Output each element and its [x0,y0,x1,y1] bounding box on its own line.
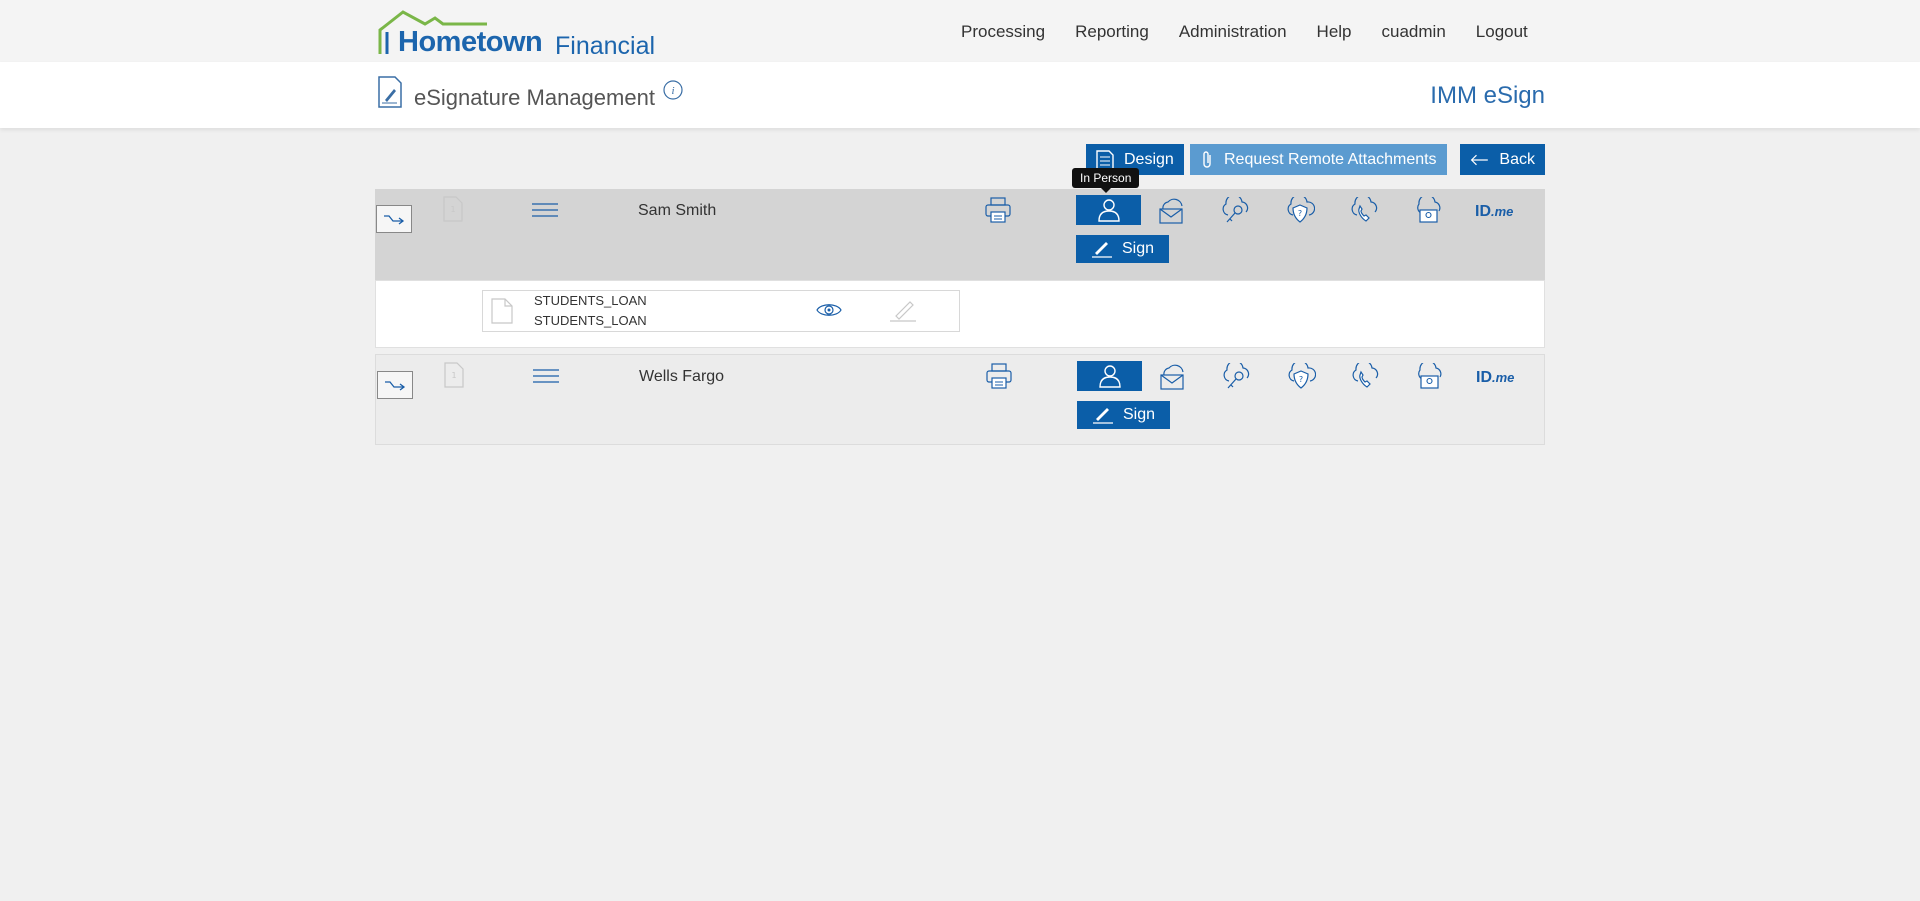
in-person-tooltip: In Person [1072,168,1140,193]
request-remote-attachments-button[interactable]: Request Remote Attachments [1190,144,1447,175]
eye-icon[interactable] [816,301,842,324]
svg-text:i: i [671,85,674,97]
info-icon[interactable]: i [663,80,683,105]
cloud-question-icon[interactable]: ? [1286,360,1317,396]
in-person-auth-button[interactable] [1076,195,1141,225]
email-icon[interactable] [1156,197,1186,230]
document-panel: STUDENTS_LOAN STUDENTS_LOAN [375,280,1545,348]
cloud-key-icon[interactable] [1221,360,1251,396]
recipient-name: Sam Smith [638,202,717,219]
nav-item-logout[interactable]: Logout [1476,22,1528,42]
recipient-row: 1 Sam Smith ? ID.me Sign [375,189,1545,280]
page-header: eSignature Management i IMM eSign [0,62,1920,128]
svg-text:?: ? [1299,375,1303,384]
sign-button[interactable]: Sign [1077,401,1170,429]
pen-icon [1091,242,1112,258]
nav-item-user[interactable]: cuadmin [1382,22,1446,42]
hamburger-menu-icon[interactable] [532,202,558,225]
brand-name: Hometown [398,26,543,58]
in-person-icon [1097,199,1120,222]
printer-icon[interactable] [985,362,1013,395]
printer-icon[interactable] [984,196,1012,229]
pen-icon [1092,408,1113,424]
sign-button-label: Sign [1121,240,1155,257]
top-navigation-bar: Hometown Financial Processing Reporting … [0,0,1920,62]
cloud-question-icon[interactable]: ? [1285,194,1316,230]
expand-row-button[interactable] [376,205,412,233]
nav-item-administration[interactable]: Administration [1179,22,1287,42]
recipient-row: 1 Wells Fargo ? ID.me Sign [375,354,1545,445]
document-subtitle: STUDENTS_LOAN [534,313,647,328]
back-button-label: Back [1499,150,1535,168]
expand-row-button[interactable] [377,371,413,399]
expand-arrow-icon [384,215,405,225]
cloud-phone-icon[interactable] [1349,194,1379,230]
email-icon[interactable] [1157,363,1187,396]
brand-suffix: Financial [555,32,656,60]
paperclip-icon [1203,150,1211,168]
in-person-auth-button[interactable] [1077,361,1142,391]
design-button-label: Design [1124,150,1174,168]
nav-item-help[interactable]: Help [1317,22,1352,42]
sign-button[interactable]: Sign [1076,235,1169,263]
hometown-financial-logo[interactable]: Hometown Financial [377,10,655,60]
document-count-icon: 1 [443,196,463,227]
page-title: eSignature Management [414,85,655,110]
hamburger-menu-icon[interactable] [533,368,559,391]
back-button[interactable]: Back [1460,144,1545,175]
expand-arrow-icon [385,381,406,391]
in-person-icon [1098,365,1121,388]
cloud-key-icon[interactable] [1220,194,1250,230]
sign-document-pen-icon [888,300,918,327]
file-icon [491,298,513,329]
svg-text:?: ? [1298,209,1302,218]
idme-icon[interactable]: ID.me [1476,369,1514,387]
cloud-id-icon[interactable] [1414,360,1444,396]
cloud-id-icon[interactable] [1413,194,1443,230]
design-icon [1096,149,1114,170]
arrow-left-icon [1470,154,1488,165]
document-count-icon: 1 [444,362,464,393]
main-nav: Processing Reporting Administration Help… [961,22,1558,42]
idme-icon[interactable]: ID.me [1475,203,1513,221]
svg-text:1: 1 [451,371,456,380]
nav-item-reporting[interactable]: Reporting [1075,22,1149,42]
nav-item-processing[interactable]: Processing [961,22,1045,42]
recipient-name: Wells Fargo [639,368,725,385]
signature-document-icon [377,76,403,113]
cloud-phone-icon[interactable] [1350,360,1380,396]
document-name: STUDENTS_LOAN [534,293,647,308]
product-title: IMM eSign [1430,82,1545,109]
document-item[interactable]: STUDENTS_LOAN STUDENTS_LOAN [482,290,960,332]
svg-text:1: 1 [450,205,455,214]
request-remote-attachments-label: Request Remote Attachments [1224,150,1437,168]
sign-button-label: Sign [1122,406,1156,423]
